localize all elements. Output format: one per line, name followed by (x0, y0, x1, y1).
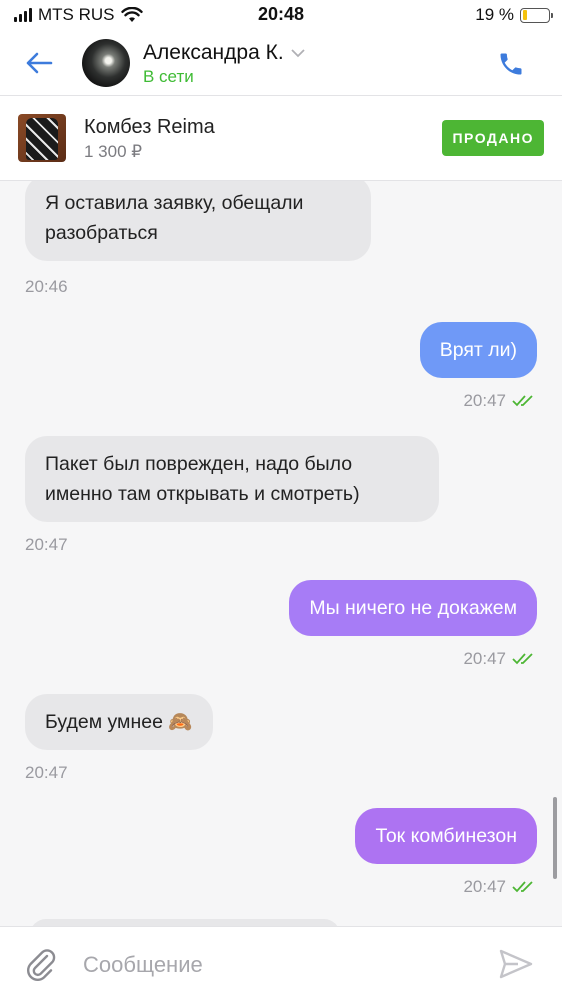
status-right: 19 % (475, 5, 553, 25)
message-time: 20:47 (463, 391, 506, 410)
back-button[interactable] (22, 46, 56, 80)
chevron-down-icon (291, 49, 305, 58)
message-meta: 20:47 (463, 649, 536, 669)
message-time: 20:46 (25, 277, 68, 296)
message-bubble-incoming: Будем умнее 🙈 (25, 694, 213, 750)
message-time: 20:47 (25, 763, 68, 782)
chat-header: Александра К. В сети (0, 32, 562, 96)
double-check-icon (512, 881, 533, 893)
message-bubble-incoming: Пакет был поврежден, надо было именно та… (25, 436, 439, 522)
double-check-icon (512, 395, 533, 407)
message-bubble-incoming: Я оставила заявку, обещали разобраться (25, 181, 371, 261)
contact-status: В сети (143, 67, 194, 86)
paperclip-icon (26, 949, 56, 982)
send-button[interactable] (498, 947, 534, 981)
battery-percent: 19 % (475, 5, 514, 24)
arrow-left-icon (26, 52, 53, 74)
double-check-icon (512, 653, 533, 665)
message-time: 20:47 (463, 877, 506, 896)
product-thumbnail (18, 114, 66, 162)
send-icon (499, 949, 533, 979)
phone-icon (500, 53, 522, 75)
battery-fill (522, 10, 528, 20)
status-bar: MTS RUS 20:48 19 % (0, 0, 562, 32)
composer (0, 926, 562, 1000)
message-meta: 20:47 (463, 877, 536, 897)
product-card[interactable]: Комбез Reima 1 300 ₽ ПРОДАНО (0, 96, 562, 181)
message-time: 20:47 (463, 649, 506, 668)
contact-name: Александра К. (143, 41, 284, 64)
message-bubble-outgoing: Мы ничего не докажем (289, 580, 537, 636)
battery-icon (520, 7, 553, 23)
message-bubble-partial (30, 919, 340, 926)
call-button[interactable] (494, 47, 528, 81)
avatar[interactable] (82, 39, 130, 87)
message-list[interactable]: Я оставила заявку, обещали разобраться 2… (0, 181, 562, 926)
attach-button[interactable] (25, 947, 57, 982)
message-input[interactable] (75, 945, 475, 985)
contact-name-button[interactable]: Александра К. (143, 41, 306, 65)
product-title: Комбез Reima (84, 116, 215, 138)
message-time: 20:47 (25, 535, 68, 554)
product-price: 1 300 ₽ (84, 142, 143, 161)
sold-badge: ПРОДАНО (442, 120, 544, 156)
message-bubble-outgoing: Врят ли) (419, 322, 537, 378)
message-bubble-outgoing: Ток комбинезон (355, 808, 537, 864)
message-meta: 20:47 (463, 391, 536, 411)
scrollbar[interactable] (553, 797, 557, 879)
